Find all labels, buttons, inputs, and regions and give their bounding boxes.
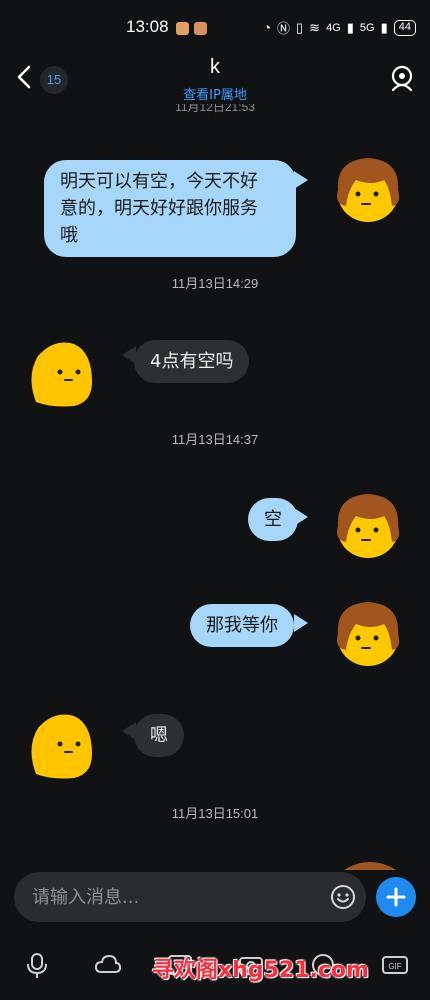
message-text: 空 <box>264 509 282 530</box>
bubble-tail <box>294 171 308 189</box>
message-text: 哦 <box>60 225 78 246</box>
watermark-text: 寻欢阁xhg521.com <box>152 958 369 983</box>
view-ip-location-link[interactable]: 查看IP属地 <box>0 84 430 103</box>
message-input[interactable] <box>14 872 366 922</box>
my-message-bubble[interactable]: 空 <box>248 498 298 541</box>
gif-icon[interactable]: GIF <box>380 950 410 980</box>
microphone-icon[interactable] <box>22 950 52 980</box>
notification-app-icon <box>176 22 189 35</box>
timestamp: 11月13日14:37 <box>171 432 259 447</box>
alarm-icon: ◔ <box>263 20 271 35</box>
my-message-bubble[interactable]: 那我等你 <box>190 604 294 647</box>
network-4g-label: 4G <box>326 21 341 34</box>
message-text: 明天可以有空，今天不好 <box>60 171 258 192</box>
timestamp: 11月13日15:01 <box>171 806 259 821</box>
status-bar: 13:08 ◔ Ⓝ ▯ ≋ 4G ▮ 5G ▮ 44 <box>0 0 430 52</box>
chat-header: 15 k 查看IP属地 <box>0 52 430 104</box>
message-text: 意的，明天好好跟你服务 <box>60 198 258 219</box>
signal-icon: ▮ <box>380 19 388 35</box>
bubble-tail <box>294 508 308 526</box>
status-icons: ◔ Ⓝ ▯ ≋ 4G ▮ 5G ▮ 44 <box>263 18 416 37</box>
nfc-icon: Ⓝ <box>276 21 290 36</box>
my-avatar[interactable] <box>328 594 408 674</box>
add-button[interactable] <box>376 877 416 917</box>
emoji-icon[interactable] <box>330 884 356 910</box>
wifi-icon: ≋ <box>309 19 321 35</box>
svg-text:GIF: GIF <box>388 962 401 971</box>
cloud-icon[interactable] <box>93 950 123 980</box>
contact-avatar[interactable] <box>22 336 102 416</box>
contact-name: k <box>210 56 220 78</box>
profile-icon[interactable] <box>388 64 416 92</box>
my-avatar[interactable] <box>328 150 408 230</box>
vibrate-icon: ▯ <box>296 19 304 35</box>
message-text: 4点有空吗 <box>150 351 234 372</box>
message-text: 那我等你 <box>206 615 278 636</box>
message-composer <box>0 870 430 928</box>
partial-avatar <box>344 862 396 870</box>
timestamp: 11月13日14:29 <box>171 276 259 291</box>
my-avatar[interactable] <box>328 486 408 566</box>
contact-avatar[interactable] <box>22 708 102 788</box>
status-time: 13:08 <box>126 17 169 36</box>
bubble-tail <box>294 614 308 632</box>
my-message-bubble[interactable]: 明天可以有空，今天不好 意的，明天好好跟你服务 哦 <box>44 160 296 257</box>
message-text: 嗯 <box>150 725 168 746</box>
contact-message-bubble[interactable]: 嗯 <box>134 714 184 757</box>
notification-app-icon <box>194 22 207 35</box>
signal-icon: ▮ <box>346 19 354 35</box>
contact-message-bubble[interactable]: 4点有空吗 <box>134 340 250 383</box>
network-5g-label: 5G <box>359 21 375 34</box>
battery-icon: 44 <box>393 19 416 36</box>
